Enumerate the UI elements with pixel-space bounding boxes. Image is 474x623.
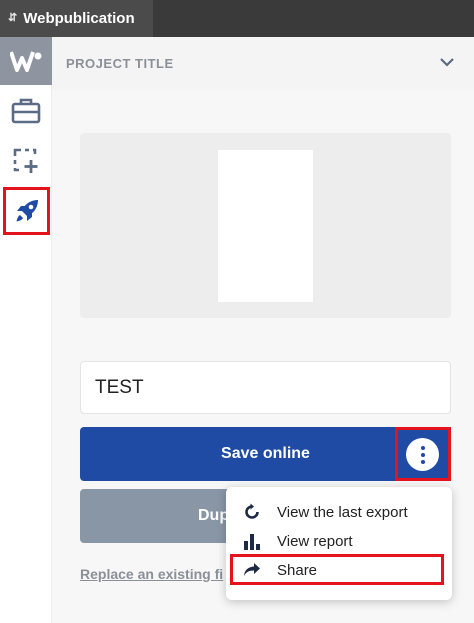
add-frame-button[interactable] <box>5 139 47 183</box>
app-logo[interactable] <box>0 37 52 85</box>
project-title-header[interactable]: PROJECT TITLE <box>52 37 474 90</box>
publish-button[interactable] <box>3 187 50 235</box>
top-bar: ⇵ Webpublication <box>0 0 474 37</box>
more-options-highlight <box>395 427 451 481</box>
sort-arrows-icon: ⇵ <box>8 12 18 24</box>
app-tab[interactable]: ⇵ Webpublication <box>0 0 153 37</box>
refresh-icon <box>242 502 262 522</box>
briefcase-icon <box>11 98 41 124</box>
share-highlight <box>230 554 444 585</box>
w-logo-icon <box>10 51 42 72</box>
project-title-label: PROJECT TITLE <box>66 56 174 71</box>
duplicate-label: Dup <box>198 507 230 524</box>
menu-item-view-last-export[interactable]: View the last export <box>226 498 452 526</box>
left-rail <box>0 37 52 623</box>
app-tab-title: Webpublication <box>23 10 135 27</box>
menu-item-label: View report <box>277 532 353 550</box>
bar-chart-icon <box>242 531 262 551</box>
replace-existing-link[interactable]: Replace an existing fi <box>80 566 230 582</box>
project-name-input[interactable] <box>80 361 451 414</box>
rocket-icon <box>16 200 38 222</box>
publication-preview <box>80 133 451 318</box>
add-selection-icon <box>13 148 38 173</box>
toolbox-button[interactable] <box>5 89 47 133</box>
menu-item-view-report[interactable]: View report <box>226 527 452 555</box>
menu-item-label: View the last export <box>277 503 408 521</box>
chevron-down-icon <box>440 58 454 67</box>
preview-page-thumbnail <box>218 150 313 302</box>
